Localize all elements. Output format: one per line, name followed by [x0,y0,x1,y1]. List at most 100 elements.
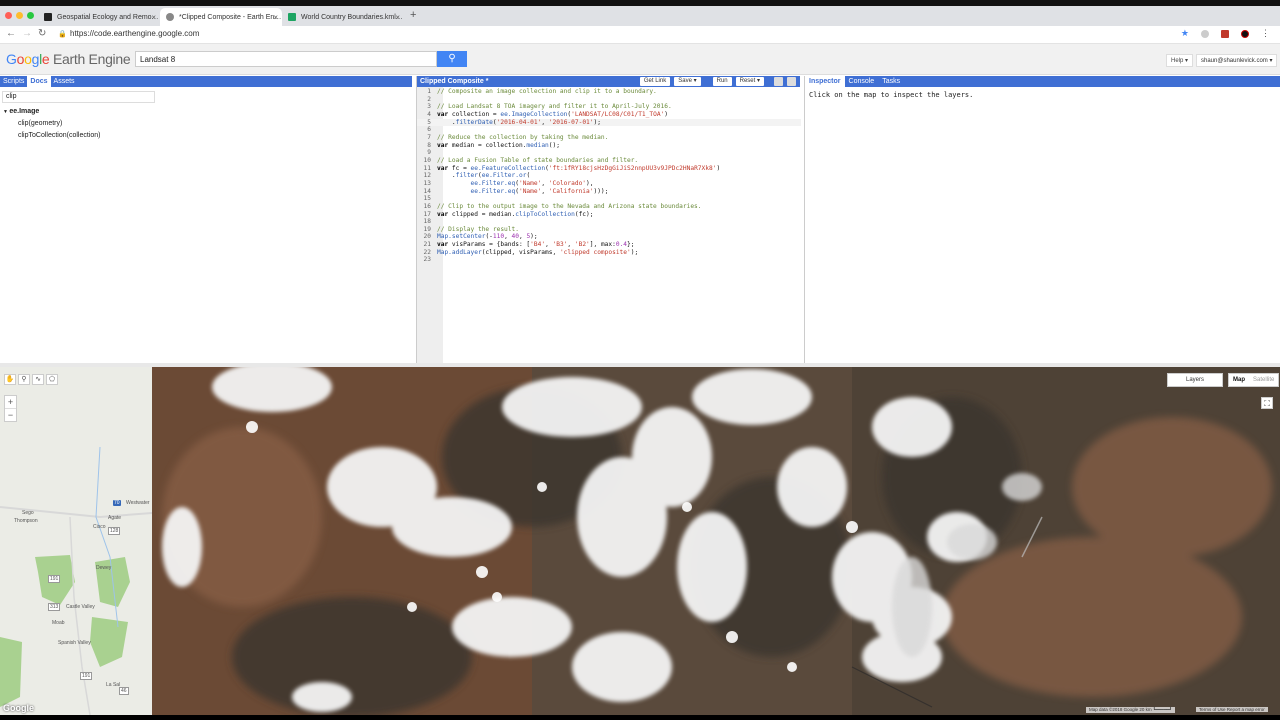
tab-label: World Country Boundaries.kml… [301,13,403,21]
code-line: 23 [423,256,431,264]
tab-geospatial-ecology[interactable]: Geospatial Ecology and Remo… × [38,8,160,26]
lock-icon: 🔒 [58,31,67,38]
extension-red-icon[interactable] [1221,29,1229,38]
zoom-out-button[interactable]: − [5,408,16,421]
bookmark-star-icon[interactable]: ★ [1181,28,1189,39]
code-line: 18 [423,218,431,226]
place-label: Spanish Valley [58,640,91,646]
map-type-map-button[interactable]: Map [1229,374,1249,386]
pan-hand-icon[interactable]: ✋ [4,374,16,385]
tab-inspector[interactable]: Inspector [805,76,845,87]
interstate-shield: 70 [113,500,121,506]
help-label: Help [1171,58,1184,64]
tab-console[interactable]: Console [845,76,879,87]
window-controls [5,12,34,19]
route-shield: 313 [48,603,61,611]
place-label: Westwater [126,500,150,506]
code-line: 19// Display the result. [423,225,519,233]
code-line: 17 var clipped = median. clipToCollection(… [423,210,594,218]
point-marker-icon[interactable]: ⚲ [18,374,30,385]
right-panel: Inspector Console Tasks Click on the map… [804,76,1280,363]
tab-label: Geospatial Ecology and Remo… [57,13,159,21]
extension-icon[interactable] [1201,29,1209,38]
get-link-button[interactable]: Get Link [639,77,671,86]
minimize-window-button[interactable] [16,12,23,19]
search-button[interactable]: ⚲ [437,51,467,67]
code-line: 3// Load Landsat 8 TOA imagery and filte… [427,103,672,111]
tab-docs[interactable]: Docs [27,76,51,87]
tree-item-clip-to-collection[interactable]: clipToCollection(collection) [3,130,100,142]
code-line: 8 var median = collection. median (); [427,141,560,149]
code-line: 9 [427,149,431,157]
code-line: 4 var collection = ee.ImageCollection('LA… [427,110,669,118]
forward-arrow-icon[interactable]: → [22,28,32,39]
tab-scripts[interactable]: Scripts [0,76,27,87]
profile-avatar[interactable] [1241,29,1249,38]
sheets-favicon-icon [288,13,296,21]
search-input[interactable]: Landsat 8 [135,51,437,67]
tab-close-icon[interactable]: × [151,13,156,22]
menu-dots-icon[interactable]: ⋮ [1261,28,1270,39]
reset-button[interactable]: Reset ▾ [735,77,764,86]
zoom-control: + − [4,395,17,422]
gear-favicon-icon [166,13,174,21]
code-line: 21 var visParams = {bands: ['B4', 'B3', '… [423,241,635,249]
layers-button[interactable]: Layers [1167,373,1223,387]
tree-item-clip[interactable]: clip(geometry) [3,118,100,130]
gear-icon[interactable] [787,77,796,86]
script-title: Clipped Composite * [420,78,489,85]
tab-favicon-icon [44,13,52,21]
tree-node-ee-image[interactable]: ▼ ee.Image [3,106,100,118]
code-line: 22 Map.addLayer (clipped, visParams, 'clip… [423,248,639,256]
left-panel-tabbar: Scripts Docs Assets [0,76,412,87]
fullscreen-icon[interactable]: ⛶ [1261,397,1273,409]
tab-clipped-composite[interactable]: *Clipped Composite - Earth En… × [160,8,282,26]
tab-close-icon[interactable]: × [273,13,278,22]
route-shield: 46 [119,687,129,695]
map-type-satellite-button[interactable]: Satellite [1249,374,1278,386]
map-attribution: Map data ©2018 Google 20 km ┗━━━━━┛ [1086,707,1175,713]
run-button[interactable]: Run [712,77,732,86]
code-editor-panel: Clipped Composite * Get Link Save ▾ Run … [416,76,801,363]
logo-google: Google [6,51,50,67]
docs-filter-input[interactable]: clip [2,91,155,103]
code-line: 16// Clip to the output image to the Nev… [423,202,702,210]
code-line: 1// Composite an image collection and cl… [427,88,657,95]
user-account-button[interactable]: shaun@shaunlevick.com ▾ [1196,54,1278,67]
code-line: 10// Load a Fusion Table of state bounda… [423,156,639,164]
tab-close-icon[interactable]: × [395,13,400,22]
line-tool-icon[interactable]: ∿ [32,374,44,385]
code-line: 14 ee.Filter.eq('Name', 'California'))); [423,187,609,195]
zoom-in-button[interactable]: + [5,396,16,408]
park-area [0,637,22,707]
place-label: Agate [108,515,122,521]
code-line-current: 5 . filterDate('2016-04-01', '2016-07-01'… [417,118,801,127]
apps-grid-icon[interactable] [774,77,783,86]
basemap-roadmap [0,367,152,715]
satellite-composite-layer [152,367,1280,715]
place-label: Dewey [96,565,112,571]
tab-world-boundaries[interactable]: World Country Boundaries.kml… × [282,8,404,26]
help-button[interactable]: Help ▾ [1166,54,1194,67]
polygon-tool-icon[interactable]: ⬠ [46,374,58,385]
terms-links[interactable]: Terms of Use Report a map error [1196,707,1268,712]
new-tab-button[interactable]: + [410,9,416,21]
map-view[interactable]: Sego Thompson Cisco Agate Westwater Dewe… [0,367,1280,715]
close-window-button[interactable] [5,12,12,19]
screen-bottom-bar [0,715,1280,720]
docs-tree: ▼ ee.Image clip(geometry) clipToCollecti… [3,106,100,142]
reload-icon[interactable]: ↻ [38,28,46,39]
zoom-window-button[interactable] [27,12,34,19]
url-field[interactable]: https://code.earthengine.google.com [70,29,199,38]
tab-assets[interactable]: Assets [51,76,78,87]
code-line: 2 [427,95,431,103]
code-line: 11 var fc = ee.FeatureCollection('ft:1fRY… [423,164,721,172]
back-arrow-icon[interactable]: ← [6,28,16,39]
code-area[interactable]: 1// Composite an image collection and cl… [417,88,801,264]
code-line: 15 [423,195,431,203]
browser-toolbar-icons: ★ ⋮ [1181,28,1270,39]
save-button[interactable]: Save ▾ [674,77,701,86]
browser-window: Geospatial Ecology and Remo… × *Clipped … [0,0,1280,720]
tab-tasks[interactable]: Tasks [878,76,904,87]
tab-label: *Clipped Composite - Earth En… [179,13,282,21]
